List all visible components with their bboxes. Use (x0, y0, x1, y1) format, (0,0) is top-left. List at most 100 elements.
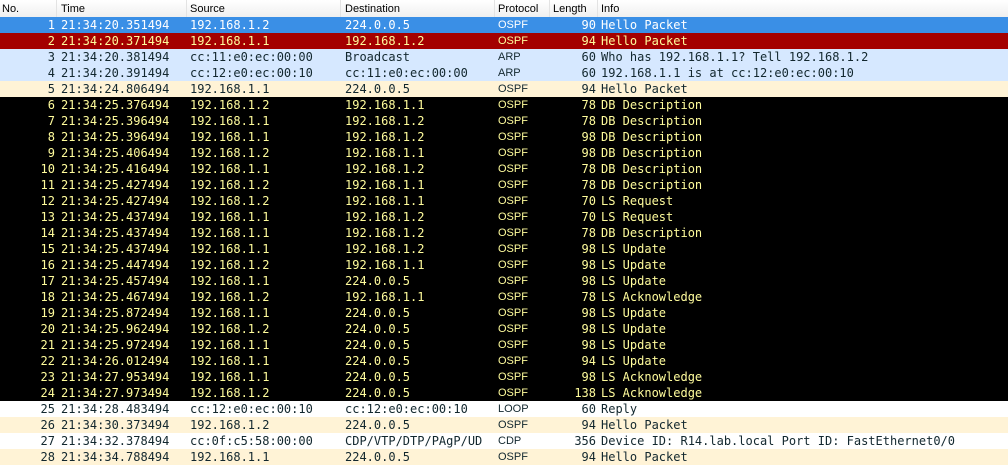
packet-row[interactable]: 14 21:34:25.437494 192.168.1.1 192.168.1.2 O… (0, 225, 1008, 241)
packet-source-cell: 192.168.1.1 (190, 210, 270, 224)
packet-row[interactable]: 9 21:34:25.406494 192.168.1.2 192.168.1.1 OS… (0, 145, 1008, 161)
packet-row[interactable]: 19 21:34:25.872494 192.168.1.1 224.0.0.5 OSP… (0, 305, 1008, 321)
packet-no-cell: 9 (47, 146, 55, 160)
packet-no-cell: 26 (40, 418, 55, 432)
packet-source-cell: 192.168.1.2 (190, 290, 270, 304)
column-divider[interactable] (186, 0, 187, 17)
packet-row[interactable]: 20 21:34:25.962494 192.168.1.2 224.0.0.5 OSP… (0, 321, 1008, 337)
column-header-destination[interactable]: Destination (345, 3, 400, 15)
packet-row[interactable]: 4 21:34:20.391494 cc:12:e0:ec:00:10 cc:11:e… (0, 65, 1008, 81)
packet-protocol-cell: OSPF (498, 83, 528, 95)
packet-row[interactable]: 1 21:34:20.351494 192.168.1.2 224.0.0.5 OSPF… (0, 17, 1008, 33)
packet-no-cell: 2 (47, 34, 55, 48)
packet-time-cell: 21:34:20.381494 (61, 50, 170, 64)
packet-row[interactable]: 3 21:34:20.381494 cc:11:e0:ec:00:00 Broadca… (0, 49, 1008, 65)
packet-info-cell: LS Update (601, 338, 667, 352)
packet-time-cell: 21:34:27.953494 (61, 370, 170, 384)
packet-info-cell: LS Update (601, 242, 667, 256)
packet-destination-cell: Broadcast (345, 50, 411, 64)
column-header-no[interactable]: No. (2, 3, 19, 15)
packet-row[interactable]: 17 21:34:25.457494 192.168.1.1 224.0.0.5 OSP… (0, 273, 1008, 289)
packet-row[interactable]: 6 21:34:25.376494 192.168.1.2 192.168.1.1 OS… (0, 97, 1008, 113)
packet-protocol-cell: OSPF (498, 19, 528, 31)
packet-source-cell: cc:12:e0:ec:00:10 (190, 402, 313, 416)
packet-protocol-cell: OSPF (498, 243, 528, 255)
packet-row[interactable]: 21 21:34:25.972494 192.168.1.1 224.0.0.5 OSP… (0, 337, 1008, 353)
column-header-length[interactable]: Length (553, 3, 587, 15)
packet-length-cell: 70 (581, 194, 596, 208)
packet-time-cell: 21:34:34.788494 (61, 450, 170, 464)
column-divider[interactable] (56, 0, 57, 17)
packet-source-cell: 192.168.1.1 (190, 114, 270, 128)
packet-destination-cell: 192.168.1.1 (345, 146, 425, 160)
packet-row[interactable]: 23 21:34:27.953494 192.168.1.1 224.0.0.5 OSP… (0, 369, 1008, 385)
packet-length-cell: 138 (574, 386, 596, 400)
packet-protocol-cell: OSPF (498, 115, 528, 127)
packet-row[interactable]: 12 21:34:25.427494 192.168.1.2 192.168.1.1 O… (0, 193, 1008, 209)
packet-row[interactable]: 5 21:34:24.806494 192.168.1.1 224.0.0.5 OSPF… (0, 81, 1008, 97)
packet-row[interactable]: 18 21:34:25.467494 192.168.1.2 192.168.1.1 O… (0, 289, 1008, 305)
packet-info-cell: Reply (601, 402, 638, 416)
packet-destination-cell: 224.0.0.5 (345, 322, 411, 336)
packet-destination-cell: 224.0.0.5 (345, 418, 411, 432)
packet-row[interactable]: 13 21:34:25.437494 192.168.1.1 192.168.1.2 O… (0, 209, 1008, 225)
packet-protocol-cell: OSPF (498, 371, 528, 383)
packet-row[interactable]: 7 21:34:25.396494 192.168.1.1 192.168.1.2 OS… (0, 113, 1008, 129)
packet-no-cell: 12 (40, 194, 55, 208)
packet-row[interactable]: 25 21:34:28.483494 cc:12:e0:ec:00:10 cc:12:… (0, 401, 1008, 417)
packet-row[interactable]: 24 21:34:27.973494 192.168.1.2 224.0.0.5 OSP… (0, 385, 1008, 401)
packet-time-cell: 21:34:25.396494 (61, 130, 170, 144)
packet-row[interactable]: 10 21:34:25.416494 192.168.1.1 192.168.1.2 O… (0, 161, 1008, 177)
packet-row[interactable]: 8 21:34:25.396494 192.168.1.1 192.168.1.2 OS… (0, 129, 1008, 145)
column-divider[interactable] (549, 0, 550, 17)
packet-source-cell: 192.168.1.1 (190, 370, 270, 384)
packet-info-cell: LS Update (601, 354, 667, 368)
column-divider[interactable] (494, 0, 495, 17)
packet-protocol-cell: OSPF (498, 355, 528, 367)
packet-source-cell: 192.168.1.2 (190, 194, 270, 208)
packet-time-cell: 21:34:25.427494 (61, 194, 170, 208)
packet-protocol-cell: OSPF (498, 259, 528, 271)
column-header-info[interactable]: Info (601, 3, 619, 15)
packet-length-cell: 60 (581, 66, 596, 80)
packet-info-cell: LS Acknowledge (601, 290, 703, 304)
column-divider[interactable] (597, 0, 598, 17)
packet-row[interactable]: 22 21:34:26.012494 192.168.1.1 224.0.0.5 OSP… (0, 353, 1008, 369)
packet-row[interactable]: 27 21:34:32.378494 cc:0f:c5:58:00:00 CDP/VT… (0, 433, 1008, 449)
packet-row[interactable]: 28 21:34:34.788494 192.168.1.1 224.0.0.5 OSP… (0, 449, 1008, 465)
packet-length-cell: 78 (581, 98, 596, 112)
column-header-source[interactable]: Source (190, 3, 225, 15)
packet-destination-cell: 192.168.1.2 (345, 114, 425, 128)
packet-no-cell: 25 (40, 402, 55, 416)
packet-destination-cell: 192.168.1.2 (345, 210, 425, 224)
packet-info-cell: Hello Packet (601, 418, 688, 432)
packet-length-cell: 78 (581, 290, 596, 304)
packet-destination-cell: 192.168.1.2 (345, 162, 425, 176)
packet-row[interactable]: 15 21:34:25.437494 192.168.1.1 192.168.1.2 O… (0, 241, 1008, 257)
packet-length-cell: 94 (581, 450, 596, 464)
column-header-protocol[interactable]: Protocol (498, 3, 538, 15)
packet-length-cell: 78 (581, 178, 596, 192)
packet-row[interactable]: 2 21:34:20.371494 192.168.1.1 192.168.1.2 OS… (0, 33, 1008, 49)
packet-row[interactable]: 11 21:34:25.427494 192.168.1.2 192.168.1.1 O… (0, 177, 1008, 193)
packet-source-cell: 192.168.1.1 (190, 162, 270, 176)
packet-source-cell: 192.168.1.1 (190, 242, 270, 256)
packet-time-cell: 21:34:25.872494 (61, 306, 170, 320)
packet-no-cell: 5 (47, 82, 55, 96)
packet-destination-cell: 192.168.1.2 (345, 34, 425, 48)
packet-time-cell: 21:34:24.806494 (61, 82, 170, 96)
packet-info-cell: DB Description (601, 98, 703, 112)
packet-destination-cell: 192.168.1.1 (345, 178, 425, 192)
packet-length-cell: 356 (574, 434, 596, 448)
packet-row[interactable]: 16 21:34:25.447494 192.168.1.2 192.168.1.1 O… (0, 257, 1008, 273)
packet-source-cell: 192.168.1.1 (190, 450, 270, 464)
packet-source-cell: 192.168.1.2 (190, 98, 270, 112)
column-divider[interactable] (340, 0, 341, 17)
packet-info-cell: DB Description (601, 162, 703, 176)
packet-source-cell: 192.168.1.1 (190, 354, 270, 368)
packet-info-cell: DB Description (601, 114, 703, 128)
packet-destination-cell: 224.0.0.5 (345, 338, 411, 352)
column-header-time[interactable]: Time (61, 3, 85, 15)
packet-row[interactable]: 26 21:34:30.373494 192.168.1.2 224.0.0.5 OSP… (0, 417, 1008, 433)
packet-source-cell: 192.168.1.2 (190, 178, 270, 192)
